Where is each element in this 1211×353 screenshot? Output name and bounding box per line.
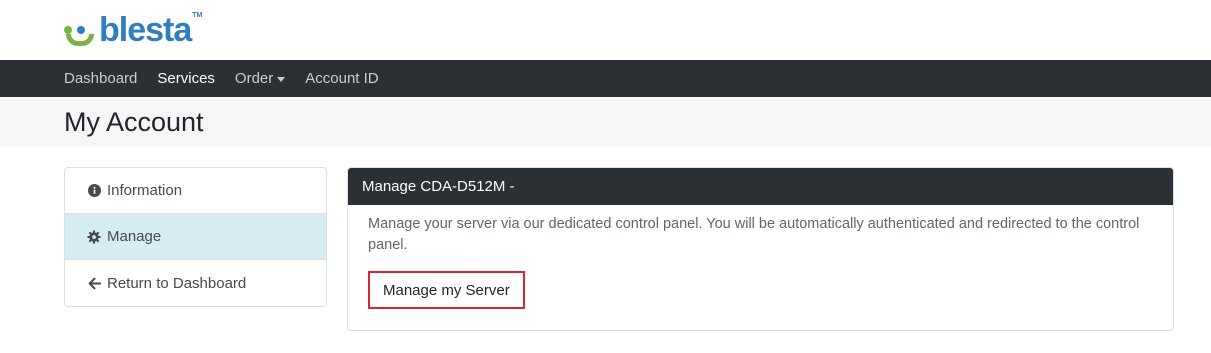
- logo-text: blesta: [99, 11, 192, 49]
- nav-services[interactable]: Services: [157, 70, 215, 87]
- main-content: Information Manage Return to Dashboard M…: [0, 147, 1211, 353]
- manage-panel: Manage CDA-D512M - Manage your server vi…: [347, 167, 1174, 331]
- sidebar-item-label: Information: [107, 182, 183, 199]
- panel-body: Manage your server via our dedicated con…: [348, 205, 1173, 309]
- sidebar-item-label: Return to Dashboard: [107, 274, 247, 292]
- panel-title: Manage CDA-D512M -: [348, 168, 1173, 205]
- main-navbar: Dashboard Services Order Account ID: [0, 60, 1211, 97]
- nav-order-label: Order: [234, 70, 274, 87]
- sidebar-item-manage[interactable]: Manage: [65, 214, 326, 260]
- header: blesta TM: [0, 0, 1211, 60]
- nav-dashboard[interactable]: Dashboard: [64, 70, 137, 87]
- sidebar-menu: Information Manage Return to Dashboard: [64, 167, 327, 307]
- panel-description: Manage your server via our dedicated con…: [368, 216, 1140, 253]
- cog-icon: [87, 229, 101, 244]
- trademark: TM: [192, 12, 203, 19]
- blesta-logo[interactable]: blesta TM: [64, 8, 202, 48]
- smiley-logo-icon: [64, 20, 98, 48]
- manage-my-server-button[interactable]: Manage my Server: [368, 271, 525, 309]
- sidebar-item-information[interactable]: Information: [65, 168, 326, 214]
- page-title-band: My Account: [0, 97, 1211, 147]
- arrow-left-icon: [87, 276, 101, 290]
- info-circle-icon: [87, 184, 101, 198]
- nav-account-id[interactable]: Account ID: [305, 70, 378, 87]
- nav-order[interactable]: Order: [234, 70, 286, 87]
- caret-down-icon: [277, 76, 286, 82]
- sidebar-item-label: Manage: [107, 228, 162, 245]
- page-title: My Account: [64, 106, 204, 137]
- sidebar-item-return-dashboard[interactable]: Return to Dashboard: [65, 260, 326, 306]
